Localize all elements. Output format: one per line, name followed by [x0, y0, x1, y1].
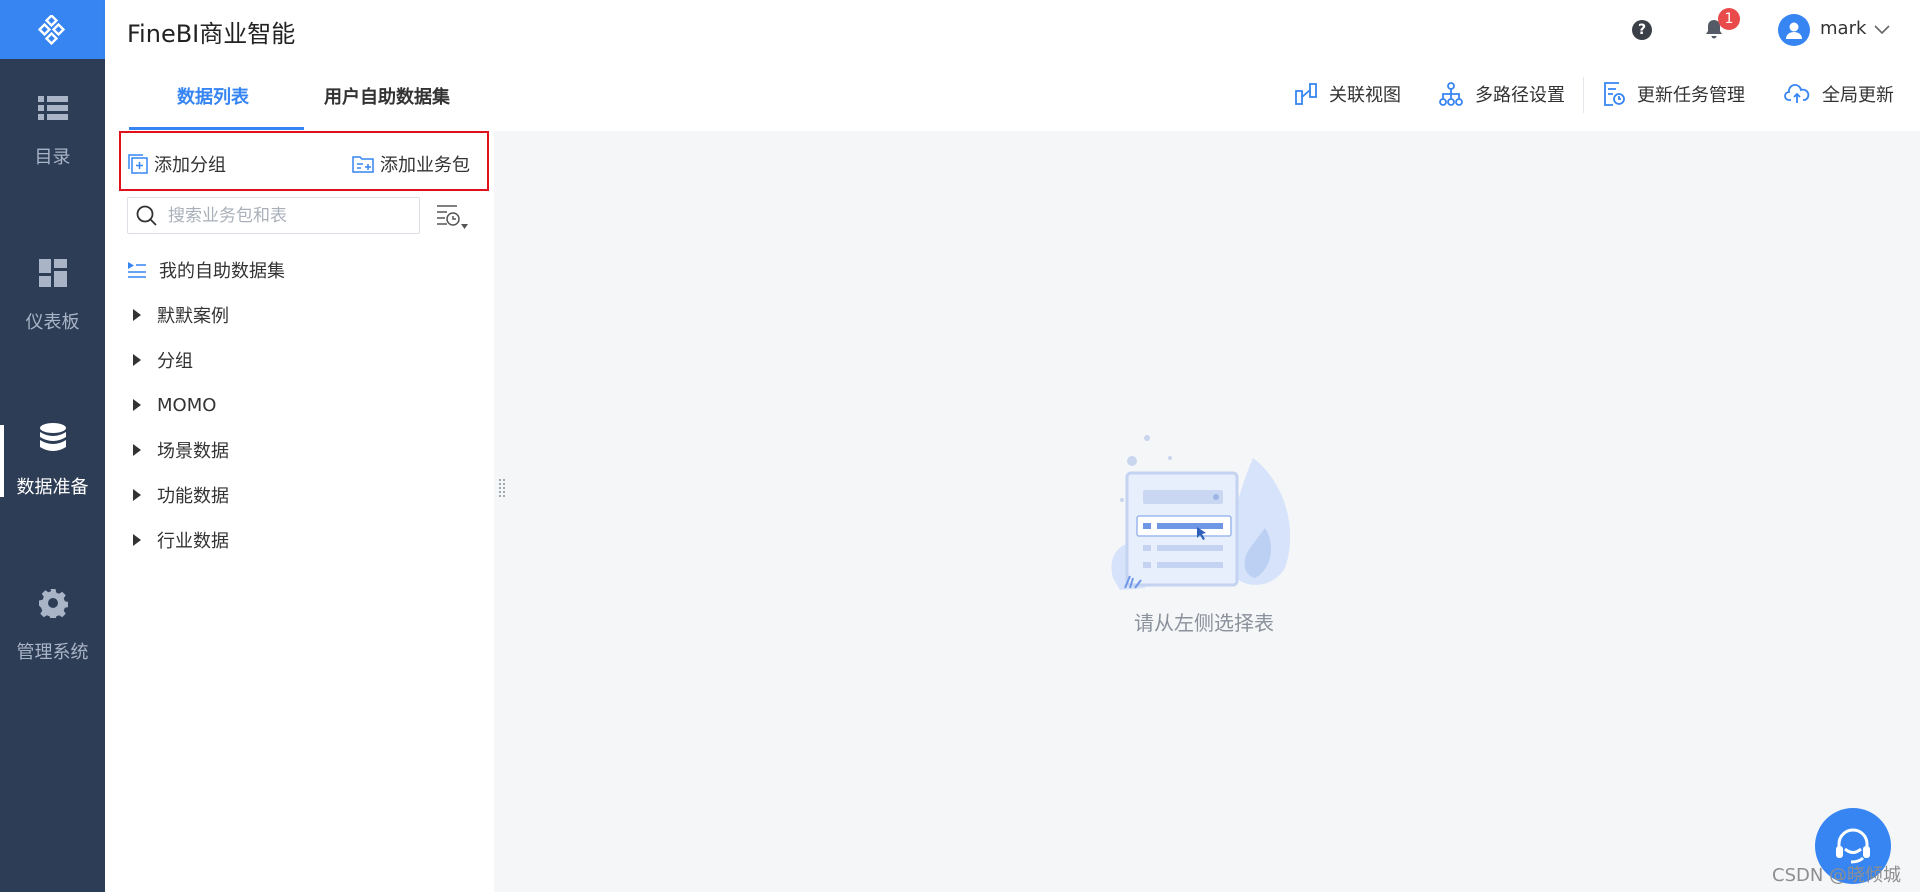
sidebar-item-dashboard[interactable]: 仪表板 [0, 245, 105, 345]
sidebar-item-data-prep[interactable]: 数据准备 [0, 410, 105, 510]
search-input[interactable] [168, 205, 408, 226]
update-tasks-label: 更新任务管理 [1637, 85, 1745, 106]
chevron-down-icon[interactable] [1873, 20, 1891, 38]
tree-item[interactable]: 场景数据 [127, 435, 229, 465]
tree-item[interactable]: 功能数据 [127, 480, 229, 510]
toolbar-divider [1583, 77, 1584, 113]
top-header: FineBI商业智能 ? 1 mark [105, 0, 1920, 59]
app-title: FineBI商业智能 [127, 20, 296, 48]
caret-right-icon [133, 444, 141, 456]
task-refresh-icon [1604, 82, 1625, 106]
empty-table-illustration [1111, 435, 1291, 590]
add-actions-highlight: 添加分组 添加业务包 [119, 131, 489, 191]
relation-view-label: 关联视图 [1329, 85, 1401, 106]
tree-item[interactable]: 行业数据 [127, 525, 229, 555]
tab-self-service-dataset[interactable]: 用户自助数据集 [324, 83, 450, 109]
sidebar-item-label: 数据准备 [16, 477, 89, 498]
database-icon [36, 421, 70, 455]
multi-path-button[interactable]: 多路径设置 [1439, 81, 1565, 107]
logo-icon [37, 14, 65, 45]
sidebar-item-label: 管理系统 [16, 642, 89, 663]
caret-right-icon [133, 534, 141, 546]
tree-item-label: 功能数据 [157, 486, 229, 507]
tab-data-list[interactable]: 数据列表 [177, 83, 249, 109]
tree-item[interactable]: 分组 [127, 345, 193, 375]
caret-right-icon [133, 489, 141, 501]
sidebar-item-admin[interactable]: 管理系统 [0, 575, 105, 675]
add-group-button[interactable]: 添加分组 [128, 151, 226, 177]
tree-item-label: MOMO [157, 394, 217, 416]
add-package-button[interactable]: 添加业务包 [352, 151, 470, 177]
tree-item-label: 默默案例 [157, 306, 229, 327]
self-dataset-label: 我的自助数据集 [159, 261, 285, 282]
tree-item[interactable]: MOMO [127, 390, 216, 420]
app-logo[interactable] [0, 0, 105, 59]
notification-badge: 1 [1718, 8, 1740, 30]
help-icon[interactable]: ? [1632, 20, 1652, 40]
add-group-label: 添加分组 [154, 155, 226, 176]
global-update-button[interactable]: 全局更新 [1784, 81, 1894, 107]
tree-item-label: 场景数据 [157, 441, 229, 462]
avatar[interactable] [1778, 14, 1810, 46]
sidebar-item-label: 目录 [34, 147, 71, 168]
multi-path-label: 多路径设置 [1475, 85, 1565, 106]
tree-item[interactable]: 默默案例 [127, 300, 229, 330]
self-dataset-item[interactable]: 我的自助数据集 [127, 255, 285, 285]
search-box[interactable] [127, 197, 420, 234]
relation-view-button[interactable]: 关联视图 [1295, 81, 1401, 107]
search-icon [136, 205, 157, 226]
data-list-panel: 添加分组 添加业务包 我的自助数据集 默 [105, 131, 494, 892]
main-sidebar: 目录 仪表板 数据准备 管理系统 [0, 0, 105, 892]
caret-right-icon [133, 309, 141, 321]
watermark: CSDN @晓倾城 [1772, 865, 1902, 886]
sort-filter-icon[interactable] [435, 203, 469, 231]
add-group-icon [128, 154, 148, 174]
global-update-label: 全局更新 [1822, 85, 1894, 106]
cloud-refresh-icon [1784, 84, 1810, 103]
self-dataset-icon [128, 262, 146, 278]
sidebar-item-label: 仪表板 [25, 312, 80, 333]
add-folder-icon [352, 156, 374, 173]
update-tasks-button[interactable]: 更新任务管理 [1603, 81, 1745, 107]
active-tab-indicator [129, 127, 304, 130]
sidebar-item-catalog[interactable]: 目录 [0, 80, 105, 180]
tab-toolbar: 数据列表 用户自助数据集 关联视图 多路径设置 更新任务管理 全局更新 [105, 59, 1920, 131]
tree-item-label: 分组 [157, 351, 193, 372]
user-icon [1786, 22, 1802, 39]
list-icon [36, 91, 70, 125]
caret-right-icon [133, 354, 141, 366]
empty-state-text: 请从左侧选择表 [1134, 611, 1274, 635]
add-package-label: 添加业务包 [380, 155, 470, 176]
relation-view-icon [1295, 83, 1317, 105]
username[interactable]: mark [1820, 18, 1866, 39]
tree-item-label: 行业数据 [157, 531, 229, 552]
gear-icon [36, 586, 70, 620]
hierarchy-icon [1439, 82, 1463, 106]
resize-handle-icon[interactable] [498, 478, 506, 498]
caret-right-icon [133, 399, 141, 411]
dashboard-icon [36, 256, 70, 290]
